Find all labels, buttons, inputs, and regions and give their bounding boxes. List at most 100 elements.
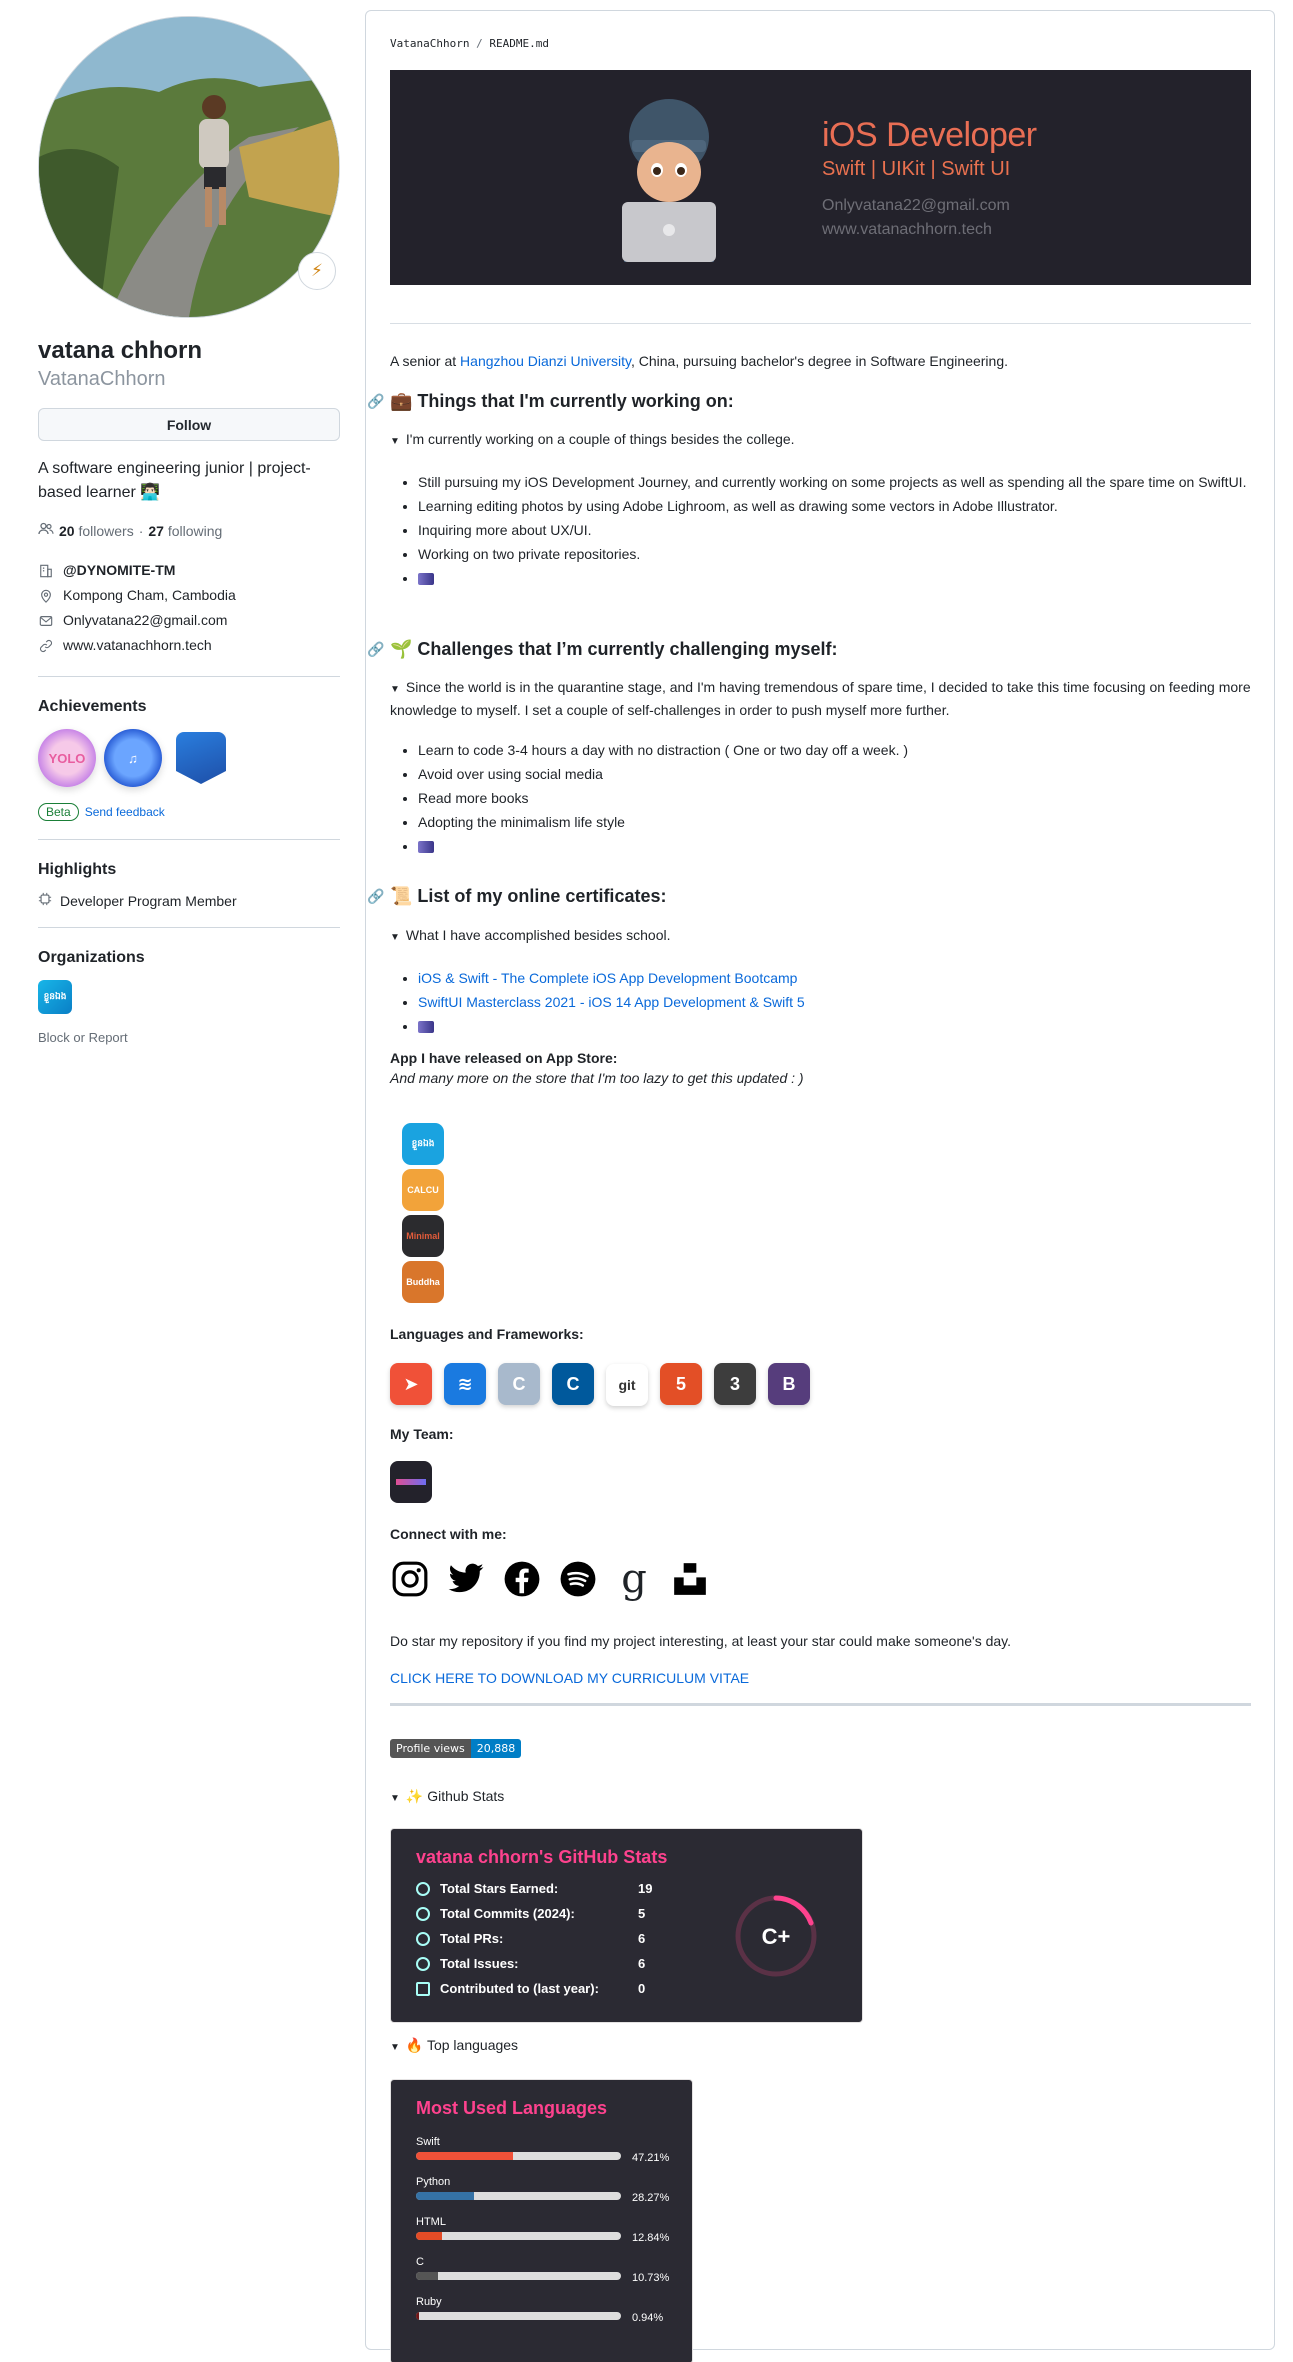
achievements-list: YOLO ♫: [38, 729, 340, 787]
list-item: iOS & Swift - The Complete iOS App Devel…: [418, 968, 1251, 989]
section-certificates-title: 📜 List of my online certificates:: [390, 886, 667, 906]
unsplash-icon[interactable]: [670, 1559, 710, 1599]
sidebar-divider: [38, 927, 340, 928]
following-link[interactable]: 27 following: [148, 523, 222, 539]
views-label: Profile views: [390, 1739, 471, 1758]
yolo-badge[interactable]: YOLO: [38, 729, 96, 787]
organization-icon: [38, 563, 54, 579]
app-icon-calcu[interactable]: CALCU: [402, 1169, 444, 1211]
following-label: following: [167, 522, 223, 539]
follow-button[interactable]: Follow: [38, 408, 340, 441]
download-cv-link[interactable]: CLICK HERE TO DOWNLOAD MY CURRICULUM VIT…: [390, 1670, 749, 1686]
stat-row-commits: Total Commits (2024): 5: [416, 1906, 645, 1921]
crumb-owner[interactable]: VatanaChhorn: [390, 37, 469, 50]
language-bar-fill: [416, 2272, 438, 2280]
spotify-icon[interactable]: [558, 1559, 598, 1599]
avatar-container: ⚡: [38, 16, 340, 318]
send-feedback-link[interactable]: Send feedback: [85, 805, 165, 819]
list-item: [418, 568, 1251, 589]
profile-full-name: vatana chhorn: [38, 337, 203, 364]
facebook-icon[interactable]: [502, 1559, 542, 1599]
avatar[interactable]: [38, 16, 340, 318]
follow-stats: 20 followers · 27 following: [38, 521, 340, 540]
twitter-icon[interactable]: [446, 1559, 486, 1599]
team-logo[interactable]: [390, 1461, 432, 1503]
arrow-gif-icon: [418, 841, 434, 854]
language-bar: [416, 2192, 621, 2200]
followers-label: followers: [78, 522, 134, 539]
organization-logo[interactable]: ខ្លួនឯង: [38, 980, 72, 1014]
arrow-gif-icon: [418, 573, 434, 586]
achievements-heading: Achievements: [38, 698, 147, 715]
language-percent: 0.94%: [632, 2312, 664, 2324]
crumb-separator: /: [476, 37, 483, 50]
crumb-file[interactable]: README.md: [489, 37, 549, 50]
goodreads-icon[interactable]: g: [614, 1559, 654, 1599]
section-certificates-summary[interactable]: What I have accomplished besides school.: [390, 925, 1251, 948]
location-pin-icon: [38, 588, 54, 604]
separator-dot: ·: [138, 522, 144, 539]
list-item: Learn to code 3-4 hours a day with no di…: [418, 740, 1251, 761]
top-languages-card: Most Used Languages Swift 47.21% Python 28.…: [390, 2079, 693, 2362]
beta-badge: Beta: [38, 803, 79, 821]
pull-shark-badge[interactable]: [176, 732, 226, 784]
list-item: [418, 1016, 1251, 1037]
language-bar-fill: [416, 2192, 474, 2200]
language-percent: 47.21%: [632, 2152, 670, 2164]
language-bar: [416, 2232, 621, 2240]
app-icon-khluon-eng[interactable]: ខ្លួនឯង: [402, 1123, 444, 1165]
list-item: Learning editing photos by using Adobe L…: [418, 496, 1251, 517]
vcard-details: @DYNOMITE-TM Kompong Cham, Cambodia Only…: [38, 558, 340, 658]
email-link[interactable]: Onlyvatana22@gmail.com: [63, 608, 227, 633]
developer-program-member[interactable]: Developer Program Member: [38, 892, 340, 909]
shark-badge[interactable]: ♫: [104, 729, 162, 787]
website-link[interactable]: www.vatanachhorn.tech: [63, 633, 212, 658]
following-count: 27: [148, 522, 164, 539]
pull-request-icon: [416, 1931, 430, 1946]
issue-icon: [416, 1956, 430, 1971]
certificate-link[interactable]: iOS & Swift - The Complete iOS App Devel…: [418, 970, 797, 986]
banner-email: Onlyvatana22@gmail.com: [822, 197, 1010, 214]
stat-label: Total PRs:: [440, 1931, 504, 1946]
anchor-link-icon[interactable]: 🔗: [367, 641, 384, 658]
certificate-link[interactable]: SwiftUI Masterclass 2021 - iOS 14 App De…: [418, 994, 805, 1010]
highlight-text: Developer Program Member: [60, 892, 237, 909]
sidebar-divider: [38, 839, 340, 840]
language-row: HTML 12.84%: [416, 2216, 676, 2244]
followers-link[interactable]: 20 followers: [59, 523, 134, 539]
swiftui-icon: ≋: [444, 1363, 486, 1405]
github-stats-summary[interactable]: ✨ Github Stats: [390, 1786, 1251, 1809]
list-item: SwiftUI Masterclass 2021 - iOS 14 App De…: [418, 992, 1251, 1013]
languages-heading: Languages and Frameworks:: [390, 1326, 584, 1342]
top-languages-summary[interactable]: 🔥 Top languages: [390, 2035, 1251, 2058]
stats-card-title: vatana chhorn's GitHub Stats: [416, 1847, 668, 1867]
block-or-report-link[interactable]: Block or Report: [38, 1030, 340, 1045]
language-row: Ruby 0.94%: [416, 2296, 676, 2324]
stat-value: 19: [638, 1881, 653, 1896]
section-challenges-summary[interactable]: Since the world is in the quarantine sta…: [390, 677, 1251, 721]
memoji-illustration: [622, 99, 716, 262]
c-icon: C: [498, 1363, 540, 1405]
app-icon-minimal[interactable]: Minimal: [402, 1215, 444, 1257]
stat-label: Total Issues:: [440, 1956, 519, 1971]
university-link[interactable]: Hangzhou Dianzi University: [460, 353, 631, 369]
clock-icon: [416, 1906, 430, 1921]
app-icon-buddha[interactable]: Buddha: [402, 1261, 444, 1303]
organization-handle[interactable]: @DYNOMITE-TM: [63, 558, 175, 583]
instagram-icon[interactable]: [390, 1559, 430, 1599]
html5-icon: 5: [660, 1363, 702, 1405]
vcard-email: Onlyvatana22@gmail.com: [38, 608, 340, 633]
language-name: Python: [416, 2176, 451, 2188]
anchor-link-icon[interactable]: 🔗: [367, 393, 384, 410]
stat-value: 6: [638, 1956, 646, 1971]
lightning-icon[interactable]: ⚡: [298, 252, 336, 290]
language-name: HTML: [416, 2216, 446, 2228]
section-working-summary[interactable]: I'm currently working on a couple of thi…: [390, 429, 1251, 452]
arrow-gif-icon: [418, 1021, 434, 1034]
apps-heading: App I have released on App Store:: [390, 1050, 618, 1066]
language-bar-fill: [416, 2232, 443, 2240]
stat-value: 6: [638, 1931, 646, 1946]
vcard-organization: @DYNOMITE-TM: [38, 558, 340, 583]
anchor-link-icon[interactable]: 🔗: [367, 888, 384, 905]
list-item: [418, 836, 1251, 857]
